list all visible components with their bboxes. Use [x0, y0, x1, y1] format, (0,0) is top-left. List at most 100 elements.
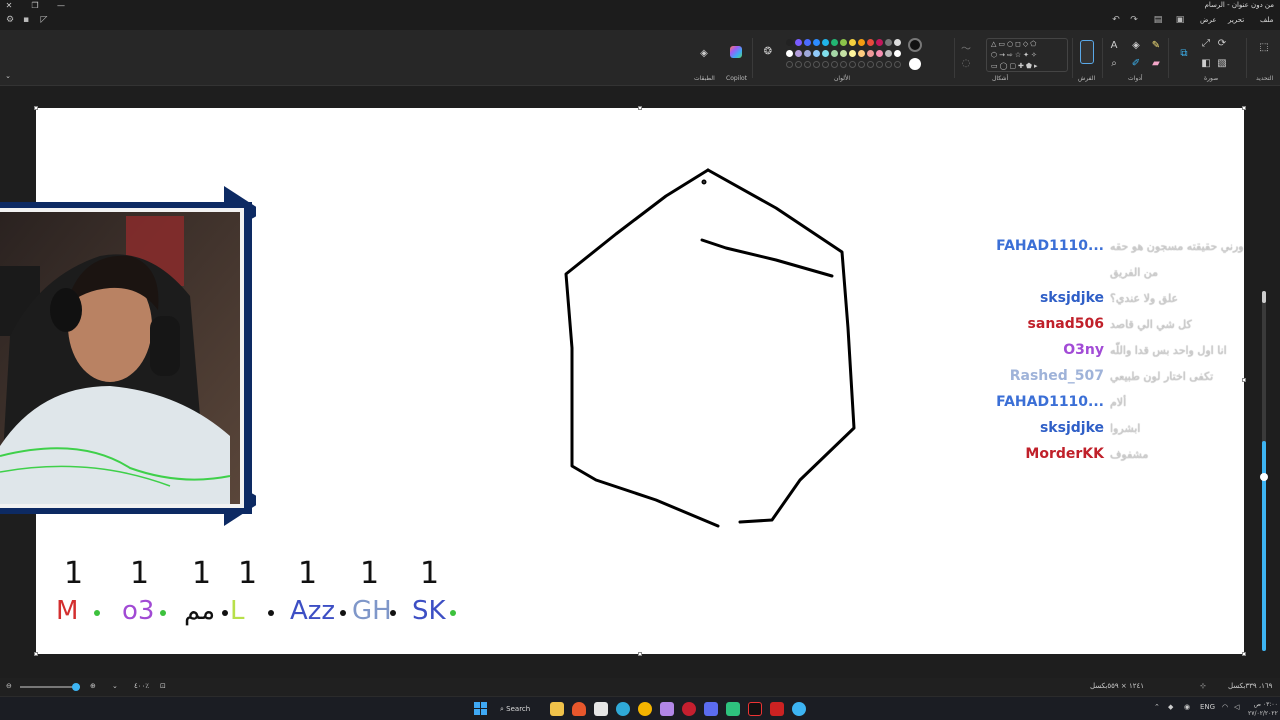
menu-file[interactable]: ملف [1260, 16, 1273, 24]
custom-color-slot[interactable] [795, 61, 802, 68]
paint-icon[interactable] [792, 702, 806, 716]
color-swatch[interactable] [894, 50, 901, 57]
tray-icon[interactable]: ◉ [1184, 703, 1190, 711]
pencil-icon[interactable]: ✎ [1150, 40, 1162, 51]
minimize-window-icon[interactable]: — [54, 0, 68, 12]
undo-icon[interactable]: ↶ [1110, 15, 1122, 27]
fill-style-icon[interactable]: ◌ [960, 58, 972, 69]
layers-icon[interactable]: ◈ [698, 48, 710, 59]
custom-color-slot[interactable] [894, 61, 901, 68]
taskbar-search[interactable]: ⌕ Search [500, 701, 542, 717]
resize-handle[interactable] [638, 652, 642, 656]
color-swatch[interactable] [831, 39, 838, 46]
rotate-icon[interactable]: ⟳ [1216, 38, 1228, 49]
custom-color-slot[interactable] [858, 61, 865, 68]
selection-icon[interactable]: ⬚ [1258, 42, 1270, 53]
custom-color-slot[interactable] [804, 61, 811, 68]
resize-icon[interactable]: ⤢ [1200, 38, 1212, 49]
tray-chevron-icon[interactable]: ⌃ [1154, 703, 1160, 711]
clock[interactable]: ٠٣:٠٠ ص ٢٧/٠٢/٢٠٢٢ [1248, 700, 1278, 718]
zoom-in-icon[interactable]: ⊕ [90, 682, 96, 690]
custom-color-slot[interactable] [831, 61, 838, 68]
settings-icon[interactable]: ⚙ [4, 15, 16, 27]
new-file-icon[interactable]: ▤ [1152, 15, 1164, 27]
shapes-gallery[interactable]: △▭○◻◇⬠ ⬡→⇨☆✦✧ ▭◯▢✚⬟▸ [986, 38, 1068, 72]
color-swatch[interactable] [795, 39, 802, 46]
start-icon[interactable] [474, 702, 488, 716]
redo-icon[interactable]: ↷ [1128, 15, 1140, 27]
color-swatch[interactable] [885, 39, 892, 46]
tray-icon[interactable]: ◆ [1168, 703, 1173, 711]
color-swatch[interactable] [786, 39, 793, 46]
color-swatch[interactable] [849, 50, 856, 57]
text-icon[interactable]: A [1108, 40, 1120, 51]
zoom-out-icon[interactable]: ⊖ [6, 682, 12, 690]
canvas-zoom-slider[interactable] [1258, 291, 1270, 651]
language-indicator[interactable]: ENG [1200, 703, 1215, 711]
opera-icon[interactable] [682, 702, 696, 716]
color-swatch[interactable] [867, 50, 874, 57]
color-swatch[interactable] [804, 50, 811, 57]
resize-handle[interactable] [34, 106, 38, 110]
color-swatch[interactable] [894, 39, 901, 46]
collapse-ribbon-icon[interactable]: ⌄ [2, 72, 14, 80]
share-icon[interactable]: ▪ [20, 15, 32, 27]
custom-color-slot[interactable] [786, 61, 793, 68]
color-swatch[interactable] [840, 39, 847, 46]
brave-icon[interactable] [572, 702, 586, 716]
copilot-icon[interactable] [730, 46, 742, 58]
magnifier-icon[interactable]: ⌕ [1108, 58, 1120, 69]
color-swatch[interactable] [831, 50, 838, 57]
color-swatch[interactable] [858, 39, 865, 46]
color-swatch[interactable] [840, 50, 847, 57]
custom-color-slot[interactable] [840, 61, 847, 68]
media-icon[interactable] [770, 702, 784, 716]
outline-icon[interactable]: 〜 [960, 40, 972, 55]
edge-icon[interactable] [616, 702, 630, 716]
store-icon[interactable] [594, 702, 608, 716]
secondary-color[interactable] [909, 58, 921, 70]
color-swatch[interactable] [804, 39, 811, 46]
primary-color[interactable] [908, 38, 922, 52]
color-picker-icon[interactable]: ✐ [1130, 58, 1142, 69]
resize-handle[interactable] [638, 106, 642, 110]
color-swatch[interactable] [876, 39, 883, 46]
color-swatch[interactable] [876, 50, 883, 57]
color-swatch[interactable] [858, 50, 865, 57]
brush-button[interactable] [1080, 40, 1094, 64]
eraser-icon[interactable]: ▰ [1150, 58, 1162, 69]
file-explorer-icon[interactable] [550, 702, 564, 716]
color-swatch[interactable] [822, 50, 829, 57]
menu-edit[interactable]: تحرير [1228, 16, 1244, 24]
custom-color-slot[interactable] [822, 61, 829, 68]
color-swatch[interactable] [813, 39, 820, 46]
restore-window-icon[interactable]: ❐ [28, 0, 42, 12]
fill-icon[interactable]: ◈ [1130, 40, 1142, 51]
edit-colors-icon[interactable]: ❂ [762, 46, 774, 57]
feedback-icon[interactable]: ◸ [38, 15, 50, 27]
resize-handle[interactable] [1242, 652, 1246, 656]
custom-color-slot[interactable] [813, 61, 820, 68]
close-window-icon[interactable]: ✕ [2, 0, 16, 12]
slider-thumb[interactable] [1260, 473, 1268, 481]
custom-color-slot[interactable] [876, 61, 883, 68]
color-swatch[interactable] [795, 50, 802, 57]
resize-handle[interactable] [34, 652, 38, 656]
custom-color-slot[interactable] [885, 61, 892, 68]
resize-handle[interactable] [1242, 378, 1246, 382]
app-icon[interactable] [660, 702, 674, 716]
color-swatch[interactable] [786, 50, 793, 57]
volume-icon[interactable]: ◁ [1234, 703, 1239, 711]
wifi-icon[interactable]: ◠ [1222, 703, 1228, 711]
flip-icon[interactable]: ◧ [1200, 58, 1212, 69]
color-swatch[interactable] [885, 50, 892, 57]
discord-icon[interactable] [704, 702, 718, 716]
menu-view[interactable]: عرض [1200, 16, 1217, 24]
crop-icon[interactable]: ⧉ [1178, 48, 1190, 59]
custom-color-slot[interactable] [867, 61, 874, 68]
zoom-dropdown-icon[interactable]: ⌄ [112, 682, 118, 690]
color-swatch[interactable] [813, 50, 820, 57]
remove-bg-icon[interactable]: ▧ [1216, 58, 1228, 69]
tiktok-icon[interactable] [748, 702, 762, 716]
color-swatch[interactable] [822, 39, 829, 46]
